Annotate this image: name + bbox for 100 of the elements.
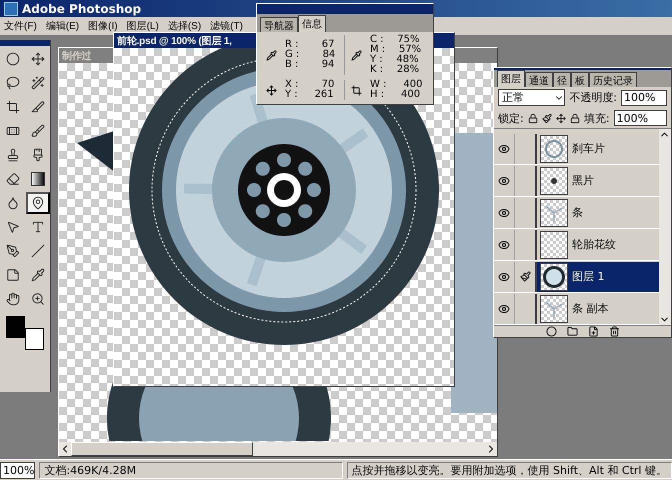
background-color-swatch[interactable] (25, 328, 44, 350)
eraser-icon (6, 172, 20, 186)
panel-tab[interactable]: 图层 (497, 70, 525, 87)
lasso-icon (6, 76, 20, 90)
tool-button[interactable] (26, 192, 50, 214)
info-label: Y : (370, 55, 383, 65)
info-value: 400 (400, 90, 420, 100)
droplet-icon (6, 196, 20, 210)
move-icon (31, 52, 45, 66)
info-label: Y : (285, 90, 298, 100)
crop-icon (351, 84, 362, 96)
crop-icon (6, 100, 20, 114)
move-icon[interactable] (556, 112, 566, 124)
trash-icon[interactable] (608, 326, 620, 337)
foreground-color-swatch[interactable] (6, 316, 25, 338)
lock-icon[interactable] (528, 112, 538, 124)
layer-thumbnail (540, 134, 568, 162)
eyedropper-icon (351, 50, 362, 60)
info-value: 84 (322, 50, 336, 60)
layer-name: 刹车片 (572, 141, 605, 156)
panel-tab[interactable]: 信息 (298, 15, 326, 32)
panel-tab[interactable]: 历史记录 (589, 72, 637, 87)
eyedropper-icon (266, 50, 277, 60)
layer-thumbnail (540, 262, 568, 290)
info-value: 28% (396, 65, 420, 75)
folder-icon[interactable] (566, 326, 578, 337)
info-label: M : (370, 45, 386, 55)
ellipse-icon (6, 52, 20, 66)
layer-name: 黑片 (572, 173, 594, 188)
menu-item[interactable]: 滤镜(T) (210, 19, 243, 33)
brush-icon[interactable] (542, 112, 552, 124)
hand-icon (6, 292, 20, 306)
eye-icon[interactable] (498, 174, 510, 186)
panel-tab[interactable]: 导航器 (260, 17, 298, 32)
opacity-field[interactable]: 100% (620, 90, 667, 106)
circle-icon[interactable] (546, 326, 556, 337)
brush-icon (31, 124, 45, 138)
pin-icon (31, 196, 45, 210)
scrollbar-thumb[interactable] (71, 442, 253, 456)
info-label: W : (370, 80, 386, 90)
info-label: B : (285, 60, 298, 70)
info-label: G : (285, 50, 300, 60)
info-value: 70 (322, 80, 334, 90)
eye-icon[interactable] (498, 142, 510, 154)
bandage-icon (6, 124, 20, 138)
info-label: X : (285, 80, 298, 90)
layer-thumbnail (540, 166, 568, 194)
text-icon (31, 220, 45, 234)
zoom-icon (31, 292, 45, 306)
info-label: H : (370, 90, 384, 100)
layer-name: 图层 1 (572, 269, 604, 284)
layer-row[interactable]: 黑片 (494, 165, 659, 197)
window-title: Adobe Photoshop (22, 2, 142, 16)
gradient-icon (31, 172, 45, 186)
layer-thumbnail (540, 294, 568, 322)
info-label: R : (285, 40, 298, 50)
layer-row[interactable]: 刹车片 (494, 133, 659, 165)
info-label: K : (370, 65, 384, 75)
note-icon (6, 268, 20, 282)
blend-mode-dropdown[interactable]: 正常 (498, 89, 566, 106)
pointer-icon (6, 220, 20, 234)
info-value: 400 (403, 80, 422, 90)
menu-item[interactable]: 文件(F) (4, 19, 37, 33)
layer-row[interactable]: 条 副本 (494, 293, 659, 325)
zoom-field[interactable]: 100% (0, 462, 36, 478)
fill-field[interactable]: 100% (614, 110, 667, 126)
lock-label: 锁定: (498, 110, 524, 126)
menu-item[interactable]: 编辑(E) (46, 19, 80, 33)
info-value: 67 (320, 40, 334, 50)
fill-label: 填充: (584, 110, 610, 126)
panel-tab[interactable]: 板 (571, 72, 589, 87)
menu-item[interactable]: 选择(S) (168, 19, 202, 33)
info-label: C : (370, 35, 384, 45)
lock-icon[interactable] (570, 112, 580, 124)
layer-name: 条 副本 (572, 301, 608, 316)
panel-tab[interactable]: 径 (553, 72, 571, 87)
opacity-label: 不透明度: (569, 90, 617, 105)
layer-thumbnail (540, 230, 568, 258)
eye-icon[interactable] (498, 206, 510, 218)
info-value: 57% (398, 45, 422, 55)
menu-item[interactable]: 图层(L) (126, 19, 159, 33)
panel-tab[interactable]: 通道 (525, 72, 553, 87)
eye-icon[interactable] (498, 270, 510, 282)
new-layer-icon[interactable] (588, 326, 598, 337)
eye-icon[interactable] (498, 238, 510, 250)
stamp-icon (6, 148, 20, 162)
app-icon (4, 2, 18, 16)
info-value: 75% (396, 35, 420, 45)
eyedropper-icon (31, 268, 45, 282)
menu-item[interactable]: 图像(I) (88, 19, 118, 33)
eye-icon[interactable] (498, 302, 510, 314)
layer-name: 条 (572, 205, 583, 220)
brush-icon (31, 148, 45, 162)
layer-row[interactable]: 轮胎花纹 (494, 229, 659, 261)
knife-icon (31, 100, 45, 114)
info-value: 48% (395, 55, 419, 65)
layer-row[interactable]: 条 (494, 197, 659, 229)
document-size: 文档:469K/4.28M (44, 462, 136, 478)
wand-icon (31, 76, 45, 90)
info-value: 94 (320, 60, 334, 70)
